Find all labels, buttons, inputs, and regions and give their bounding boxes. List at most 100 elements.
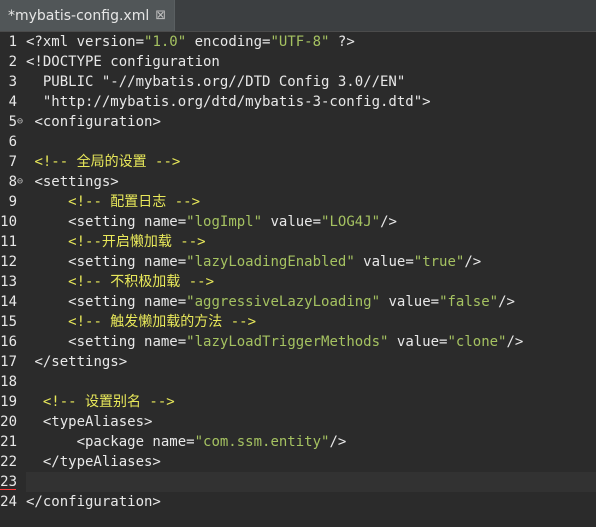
line-number: 9 bbox=[8, 194, 17, 210]
code-line[interactable]: 11 <!--开启懒加载 --> bbox=[0, 232, 596, 252]
attribute-value: "com.ssm.entity" bbox=[194, 434, 330, 450]
code-line[interactable]: 1 <?xml version="1.0" encoding="UTF-8" ?> bbox=[0, 32, 596, 52]
code-line[interactable]: 16 <setting name="lazyLoadTriggerMethods… bbox=[0, 332, 596, 352]
line-number: 8 bbox=[8, 174, 17, 190]
attribute-value: "LOG4J" bbox=[321, 214, 381, 230]
xml-comment: <!--开启懒加载 --> bbox=[68, 234, 206, 250]
xml-markup: value= bbox=[262, 214, 322, 230]
code-line[interactable]: 5 ⊖ <configuration> bbox=[0, 112, 596, 132]
xml-markup: encoding= bbox=[186, 34, 271, 50]
code-text: <configuration> bbox=[26, 112, 160, 132]
xml-markup: </settings> bbox=[34, 354, 128, 370]
code-line[interactable]: 12 <setting name="lazyLoadingEnabled" va… bbox=[0, 252, 596, 272]
code-line[interactable]: 23 bbox=[0, 472, 596, 492]
code-text: </typeAliases> bbox=[26, 452, 161, 472]
fold-toggle-icon[interactable]: ⊖ bbox=[17, 172, 23, 192]
line-number: 12 bbox=[0, 254, 17, 270]
code-line[interactable]: 7 <!-- 全局的设置 --> bbox=[0, 152, 596, 172]
attribute-value: "false" bbox=[439, 294, 499, 310]
xml-comment: <!-- 设置别名 --> bbox=[42, 394, 175, 410]
xml-markup: /> bbox=[506, 334, 524, 350]
code-text: PUBLIC "-//mybatis.org//DTD Config 3.0//… bbox=[26, 72, 405, 92]
line-number: 10 bbox=[0, 214, 17, 230]
code-text: <settings> bbox=[26, 172, 118, 192]
line-number: 5 bbox=[8, 114, 17, 130]
fold-toggle-icon[interactable]: ⊖ bbox=[17, 112, 23, 132]
code-text: <!-- 配置日志 --> bbox=[26, 192, 200, 212]
xml-markup: </configuration> bbox=[26, 494, 161, 510]
xml-markup: <!DOCTYPE configuration bbox=[26, 54, 220, 70]
xml-markup: "http://mybatis.org/dtd/mybatis-3-config… bbox=[42, 94, 431, 110]
attribute-value: "logImpl" bbox=[186, 214, 263, 230]
error-underline bbox=[0, 489, 16, 490]
xml-editor[interactable]: 1 <?xml version="1.0" encoding="UTF-8" ?>… bbox=[0, 32, 596, 527]
line-number: 6 bbox=[8, 134, 17, 150]
code-text: <typeAliases> bbox=[26, 412, 153, 432]
file-tab[interactable]: *mybatis-config.xml ⊠ bbox=[0, 0, 176, 31]
xml-markup: <package name= bbox=[76, 434, 195, 450]
xml-markup: /> bbox=[380, 214, 397, 230]
xml-markup: value= bbox=[388, 334, 448, 350]
xml-markup: <?xml version= bbox=[26, 34, 145, 50]
attribute-value: "true" bbox=[413, 254, 465, 270]
code-text: <!-- 全局的设置 --> bbox=[26, 152, 180, 172]
line-number: 24 bbox=[0, 494, 17, 510]
code-line[interactable]: 9 <!-- 配置日志 --> bbox=[0, 192, 596, 212]
code-line[interactable]: 6 bbox=[0, 132, 596, 152]
xml-markup: PUBLIC "-//mybatis.org//DTD Config 3.0//… bbox=[42, 74, 406, 90]
xml-markup: /> bbox=[329, 434, 347, 450]
xml-markup: ?> bbox=[329, 34, 355, 50]
xml-markup: value= bbox=[354, 254, 414, 270]
editor-tab-bar: *mybatis-config.xml ⊠ bbox=[0, 0, 596, 32]
code-line[interactable]: 14 <setting name="aggressiveLazyLoading"… bbox=[0, 292, 596, 312]
line-number: 18 bbox=[0, 374, 17, 390]
xml-comment: <!-- 全局的设置 --> bbox=[34, 154, 181, 170]
line-number: 7 bbox=[8, 154, 17, 170]
code-line[interactable]: 13 <!-- 不积极加载 --> bbox=[0, 272, 596, 292]
xml-markup: <setting name= bbox=[68, 254, 187, 270]
line-number: 22 bbox=[0, 454, 17, 470]
code-text: <!-- 触发懒加载的方法 --> bbox=[26, 312, 256, 332]
line-number: 19 bbox=[0, 394, 17, 410]
attribute-value: "aggressiveLazyLoading" bbox=[186, 294, 381, 310]
line-number: 4 bbox=[8, 94, 17, 110]
xml-comment: <!-- 触发懒加载的方法 --> bbox=[68, 314, 257, 330]
code-line[interactable]: 2 <!DOCTYPE configuration bbox=[0, 52, 596, 72]
close-icon[interactable]: ⊠ bbox=[155, 9, 166, 22]
code-line[interactable]: 15 <!-- 触发懒加载的方法 --> bbox=[0, 312, 596, 332]
line-number: 1 bbox=[8, 34, 17, 50]
code-text: <?xml version="1.0" encoding="UTF-8" ?> bbox=[26, 32, 355, 52]
code-text: </configuration> bbox=[26, 492, 161, 512]
code-line[interactable]: 22 </typeAliases> bbox=[0, 452, 596, 472]
line-number: 21 bbox=[0, 434, 17, 450]
code-line[interactable]: 19 <!-- 设置别名 --> bbox=[0, 392, 596, 412]
line-number: 2 bbox=[8, 54, 17, 70]
line-number: 15 bbox=[0, 314, 17, 330]
code-line[interactable]: 17 </settings> bbox=[0, 352, 596, 372]
attribute-value: "lazyLoadingEnabled" bbox=[186, 254, 355, 270]
code-line[interactable]: 24 </configuration> bbox=[0, 492, 596, 512]
line-number: 11 bbox=[0, 234, 17, 250]
attribute-value: "lazyLoadTriggerMethods" bbox=[186, 334, 389, 350]
code-text: <package name="com.ssm.entity"/> bbox=[26, 432, 347, 452]
code-line[interactable]: 3 PUBLIC "-//mybatis.org//DTD Config 3.0… bbox=[0, 72, 596, 92]
code-line[interactable]: 18 bbox=[0, 372, 596, 392]
xml-markup: </typeAliases> bbox=[42, 454, 161, 470]
current-line-highlight bbox=[26, 472, 596, 492]
code-line[interactable]: 8 ⊖ <settings> bbox=[0, 172, 596, 192]
code-text: <setting name="lazyLoadingEnabled" value… bbox=[26, 252, 481, 272]
xml-comment: <!-- 配置日志 --> bbox=[68, 194, 201, 210]
code-line[interactable]: 20 <typeAliases> bbox=[0, 412, 596, 432]
code-line[interactable]: 21 <package name="com.ssm.entity"/> bbox=[0, 432, 596, 452]
code-text: "http://mybatis.org/dtd/mybatis-3-config… bbox=[26, 92, 431, 112]
code-text: </settings> bbox=[26, 352, 127, 372]
code-line[interactable]: 10 <setting name="logImpl" value="LOG4J"… bbox=[0, 212, 596, 232]
code-line[interactable]: 4 "http://mybatis.org/dtd/mybatis-3-conf… bbox=[0, 92, 596, 112]
